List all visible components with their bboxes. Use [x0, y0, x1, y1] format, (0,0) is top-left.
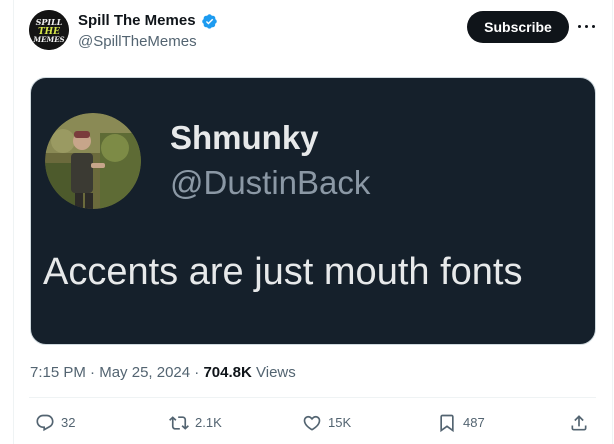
heart-icon — [303, 415, 321, 431]
bookmark-icon — [440, 414, 454, 433]
actions-divider — [29, 397, 596, 398]
person-outdoors-photo — [45, 113, 141, 209]
repost-button[interactable]: 2.1K — [169, 410, 222, 436]
author-name[interactable]: Spill The Memes — [78, 11, 196, 31]
more-options-button[interactable] — [575, 16, 599, 36]
reply-button[interactable]: 32 — [35, 410, 75, 436]
share-icon — [571, 415, 587, 431]
bookmark-count: 487 — [463, 415, 485, 430]
spill-the-memes-logo: SPILL THE MEMES — [29, 10, 69, 50]
verified-badge-icon — [202, 14, 217, 29]
reply-count: 32 — [61, 415, 76, 430]
views-count: 704.8K — [203, 364, 252, 381]
post-metadata: 7:15 PM · May 25, 2024 · 704.8K Views — [30, 363, 296, 383]
timeline-right-border — [612, 0, 613, 444]
meta-separator: · — [194, 364, 200, 381]
post-image[interactable]: Shmunky @DustinBack Accents are just mou… — [30, 77, 596, 345]
more-horizontal-icon-dot — [578, 25, 581, 28]
author-avatar[interactable]: SPILL THE MEMES — [29, 10, 69, 50]
post-date[interactable]: May 25, 2024 — [99, 364, 190, 381]
repost-count: 2.1K — [195, 415, 222, 430]
more-horizontal-icon-dot — [592, 25, 595, 28]
author-handle[interactable]: @SpillTheMemes — [78, 32, 197, 52]
share-button[interactable] — [569, 410, 589, 436]
like-count: 15K — [328, 415, 352, 430]
svg-text:SPILL: SPILL — [36, 17, 63, 27]
post-header: SPILL THE MEMES Spill The Memes @SpillTh… — [29, 10, 599, 54]
post-time[interactable]: 7:15 PM — [30, 364, 86, 381]
quoted-user-avatar — [45, 113, 141, 209]
meta-separator: · — [90, 364, 96, 381]
reply-icon — [36, 414, 54, 432]
svg-text:MEMES: MEMES — [32, 35, 64, 44]
like-button[interactable]: 15K — [302, 410, 351, 436]
quoted-post-text: Accents are just mouth fonts — [43, 251, 523, 293]
timeline-left-border — [13, 0, 14, 444]
subscribe-button[interactable]: Subscribe — [467, 11, 569, 43]
repost-icon — [169, 416, 189, 430]
action-bar: 32 2.1K 15K 487 — [0, 410, 614, 436]
quoted-user-name: Shmunky — [170, 119, 319, 156]
quoted-user-handle: @DustinBack — [170, 164, 371, 201]
views-label: Views — [256, 364, 296, 381]
more-horizontal-icon-dot — [585, 25, 588, 28]
bookmark-button[interactable]: 487 — [437, 410, 485, 436]
